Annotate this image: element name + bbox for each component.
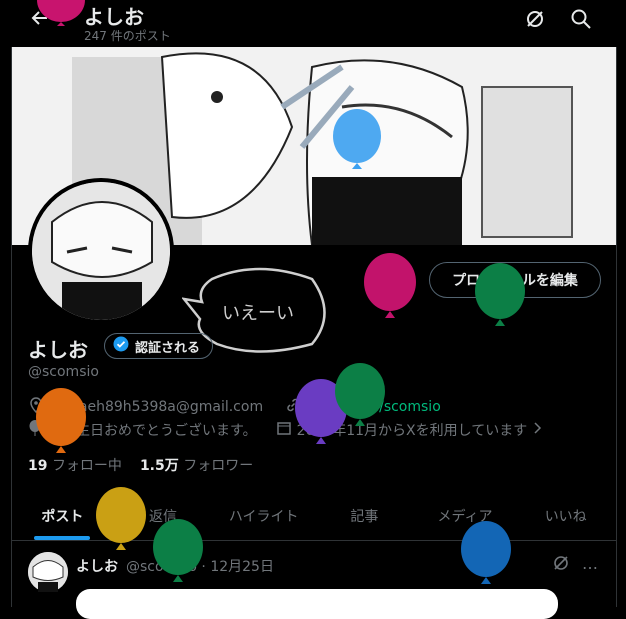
profile-email: paeh89h5398a@gmail.com (70, 399, 264, 415)
grok-icon[interactable] (524, 8, 546, 34)
search-icon[interactable] (570, 8, 592, 34)
profile-name: よしお (28, 338, 88, 362)
followers-label: フォロワー (183, 458, 254, 474)
balloon-icon (458, 520, 514, 592)
calendar-icon (276, 421, 291, 439)
header-post-count: 247 件のポスト (84, 29, 171, 43)
post-author-name[interactable]: よしお (76, 556, 118, 576)
profile-handle: @scomsio (28, 364, 99, 380)
chevron-right-icon[interactable] (533, 422, 543, 438)
balloon-icon (33, 387, 89, 461)
tab-highlights-label: ハイライト (228, 509, 299, 525)
header-name: よしお (84, 5, 144, 29)
balloon-icon (150, 518, 206, 590)
tab-likes-label: いいね (544, 509, 587, 525)
balloon-icon (93, 486, 149, 558)
balloon-icon (332, 362, 388, 434)
balloon-icon (330, 108, 384, 178)
balloon-icon (34, 0, 88, 30)
tab-articles[interactable]: 記事 (314, 492, 415, 540)
active-tab-indicator (34, 536, 91, 540)
right-divider (616, 0, 617, 607)
balloon-icon (472, 262, 528, 334)
followers-count: 1.5万 (139, 458, 179, 474)
tab-likes[interactable]: いいね (515, 492, 616, 540)
verified-badge-icon (113, 336, 129, 356)
profile-avatar[interactable] (28, 178, 174, 324)
followers-link[interactable]: 1.5万 フォロワー (140, 455, 253, 475)
svg-text:いえーい: いえーい (222, 303, 294, 324)
grok-post-icon[interactable] (552, 554, 570, 576)
post-date[interactable]: 12月25日 (210, 559, 274, 575)
tab-posts-label: ポスト (41, 509, 84, 525)
tab-highlights[interactable]: ハイライト (213, 492, 314, 540)
post-content-card[interactable] (76, 589, 558, 619)
post-avatar[interactable] (28, 552, 68, 592)
get-verified-label: 認証される (135, 340, 201, 356)
balloon-icon (361, 252, 419, 326)
tab-articles-label: 記事 (350, 509, 379, 525)
more-options-icon[interactable]: … (582, 554, 598, 573)
get-verified-button[interactable]: 認証される (104, 333, 214, 359)
